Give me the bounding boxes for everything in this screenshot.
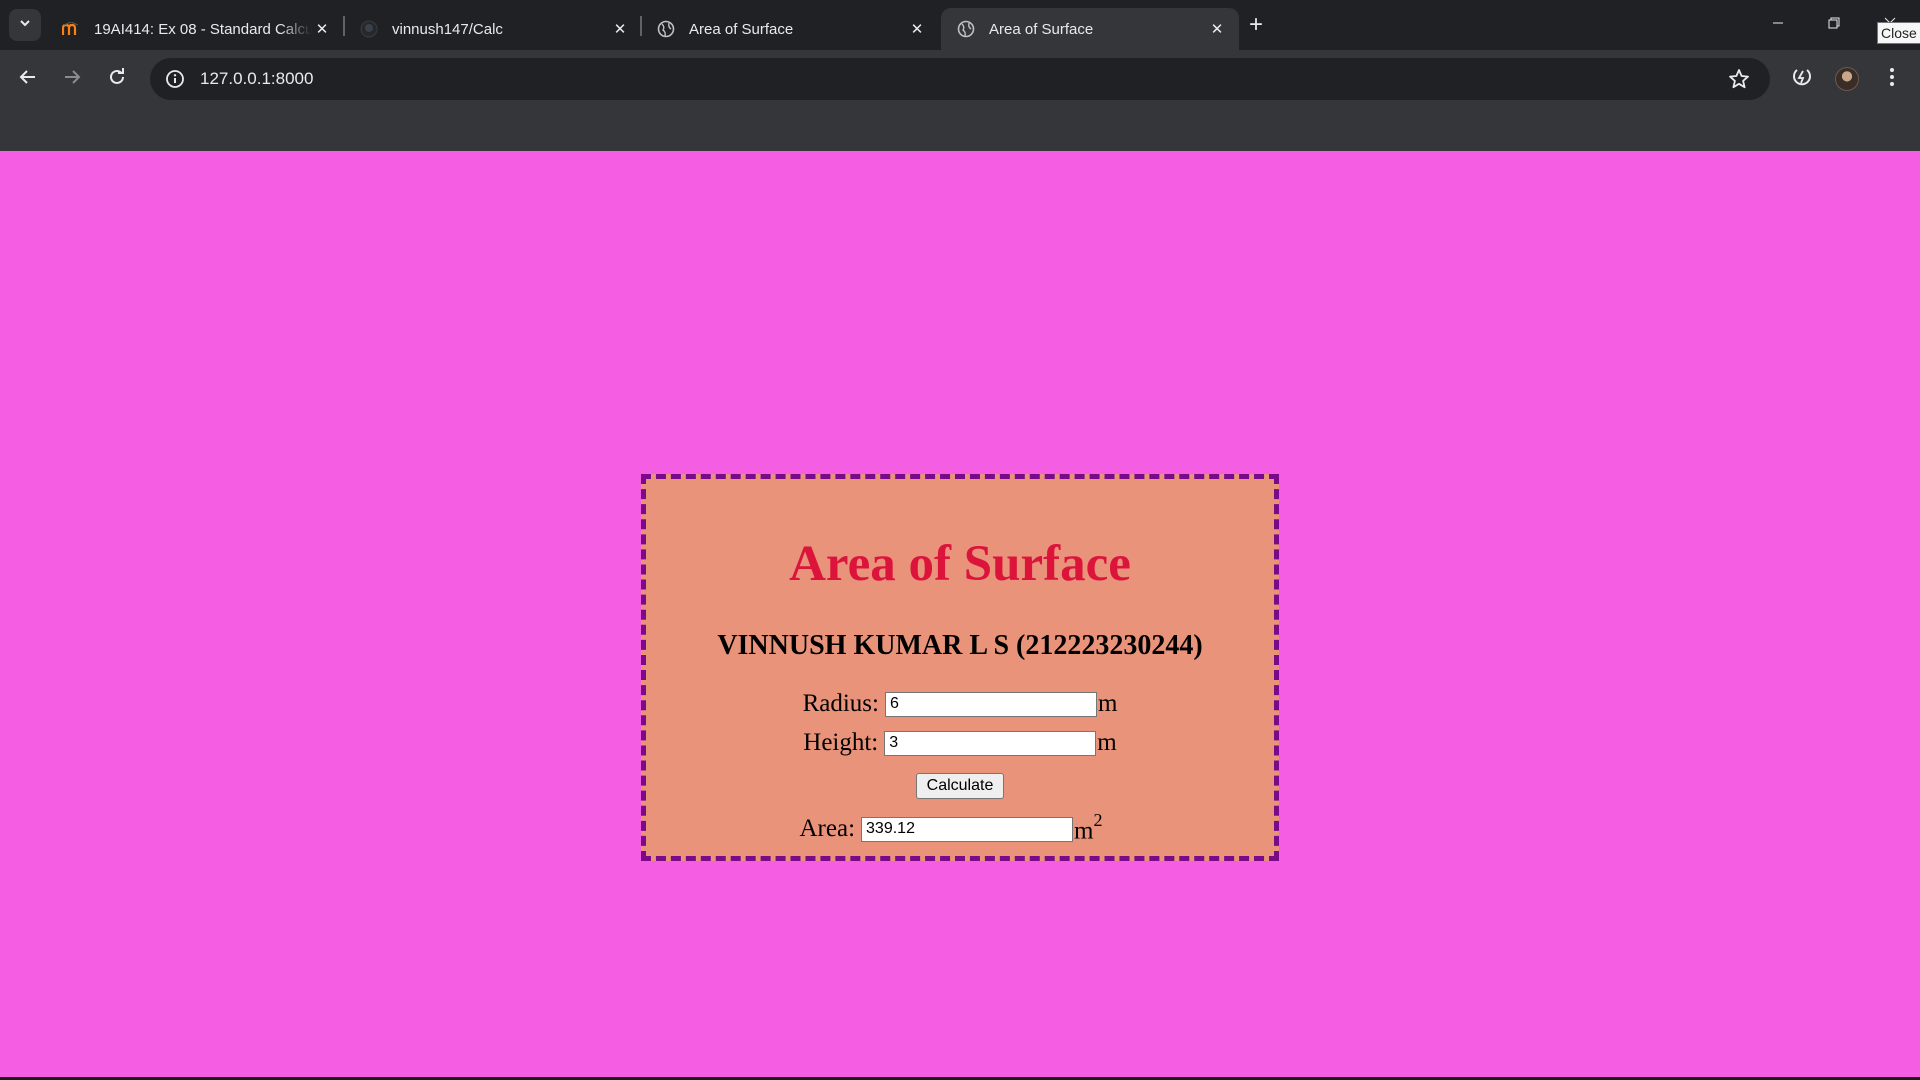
height-unit: m [1097,729,1117,756]
globe-icon [957,20,975,38]
page-title: Area of Surface [789,536,1131,592]
radius-unit: m [1097,690,1118,717]
profile-button[interactable] [1829,61,1865,97]
close-icon[interactable]: ✕ [610,19,630,39]
radius-input[interactable] [884,691,1097,717]
close-tooltip: Close [1877,22,1920,44]
tab-search-button[interactable] [9,9,41,41]
tab-title: Area of Surface [989,20,1094,38]
calculator-card: Area of Surface VINNUSH KUMAR L S (21222… [641,474,1279,861]
tab-title: Area of Surface [689,20,794,38]
tab-area-of-surface-active[interactable]: Area of Surface ✕ [941,8,1239,50]
close-icon[interactable]: ✕ [312,19,332,39]
arrow-right-icon [63,68,81,91]
arrow-left-icon [19,68,37,91]
site-info-icon[interactable] [164,68,186,90]
bookmark-star-icon[interactable] [1726,66,1752,92]
performance-icon [1791,66,1813,93]
moodle-icon [62,20,80,38]
minimize-icon [1772,16,1784,34]
reload-icon [108,67,126,91]
close-icon[interactable]: ✕ [1207,19,1227,39]
browser-toolbar: 127.0.0.1:8000 [0,50,1920,108]
avatar [1835,67,1859,91]
author-heading: VINNUSH KUMAR L S (212223230244) [717,630,1203,661]
menu-button[interactable] [1874,61,1910,97]
chevron-down-icon [18,16,32,35]
address-url[interactable]: 127.0.0.1:8000 [200,69,1726,89]
area-row: Area: m2 [628,810,1274,845]
minimize-button[interactable] [1750,0,1806,50]
back-button[interactable] [10,61,46,97]
tab-moodle[interactable]: 19AI414: Ex 08 - Standard Calcu ✕ [46,8,344,50]
height-row: Height: m [646,729,1274,757]
restore-icon [1828,16,1840,34]
height-input[interactable] [884,730,1097,756]
page-viewport: Area of Surface VINNUSH KUMAR L S (21222… [0,151,1920,1077]
area-unit: m2 [1074,810,1103,845]
tab-title: 19AI414: Ex 08 - Standard Calcu [94,20,312,38]
tab-title: vinnush147/Calc [392,20,503,38]
close-icon[interactable]: ✕ [907,19,927,39]
tab-strip: 19AI414: Ex 08 - Standard Calcu ✕ vinnus… [0,0,1920,50]
area-unit-exponent: 2 [1093,810,1103,830]
area-output[interactable] [861,816,1074,842]
github-icon [360,20,378,38]
performance-button[interactable] [1784,61,1820,97]
area-label: Area: [799,815,856,843]
radius-label: Radius: [802,690,879,717]
restore-button[interactable] [1806,0,1862,50]
address-bar[interactable]: 127.0.0.1:8000 [150,58,1770,100]
calculate-button[interactable]: Calculate [916,773,1004,799]
kebab-menu-icon [1889,67,1895,92]
tab-area-of-surface-1[interactable]: Area of Surface ✕ [641,8,939,50]
new-tab-button[interactable]: + [1242,11,1270,39]
tab-github[interactable]: vinnush147/Calc ✕ [344,8,642,50]
bookmarks-bar [0,108,1920,151]
forward-button[interactable] [54,61,90,97]
reload-button[interactable] [99,61,135,97]
radius-row: Radius: m [646,690,1274,718]
plus-icon: + [1248,11,1263,38]
height-label: Height: [803,729,879,756]
globe-icon [657,20,675,38]
